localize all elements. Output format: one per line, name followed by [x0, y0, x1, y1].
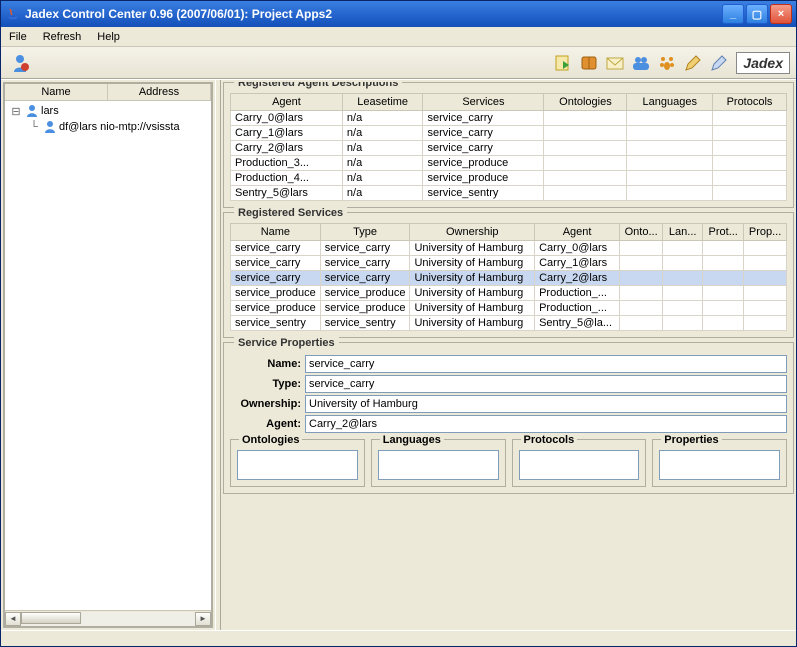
services-col-name[interactable]: Name	[231, 224, 321, 241]
tree-child-address: nio-mtp://vsissta	[100, 121, 179, 133]
prop-name-label: Name:	[230, 358, 305, 370]
table-row[interactable]: service_carryservice_carryUniversity of …	[231, 241, 787, 256]
statusbar	[1, 630, 796, 646]
mail-icon[interactable]	[603, 51, 627, 75]
table-row[interactable]: service_produceservice_produceUniversity…	[231, 286, 787, 301]
minimize-button[interactable]: _	[722, 4, 744, 24]
services-col-proto[interactable]: Prot...	[703, 224, 744, 241]
table-row[interactable]: service_sentryservice_sentryUniversity o…	[231, 316, 787, 331]
scroll-right-icon[interactable]: ►	[195, 612, 211, 626]
book-icon[interactable]	[577, 51, 601, 75]
users-icon[interactable]	[629, 51, 653, 75]
services-group-title: Registered Services	[234, 207, 347, 219]
scroll-left-icon[interactable]: ◄	[5, 612, 21, 626]
props-group: Service Properties Name: service_carry T…	[223, 342, 794, 494]
table-row[interactable]: service_carryservice_carryUniversity of …	[231, 256, 787, 271]
tree-child-name: df@lars	[59, 121, 97, 133]
tree-root[interactable]: ⊟ lars	[7, 103, 209, 119]
menubar: File Refresh Help	[1, 27, 796, 47]
agents-group-title: Registered Agent Descriptions	[234, 82, 402, 89]
table-row[interactable]: service_carryservice_carryUniversity of …	[231, 271, 787, 286]
protocols-list[interactable]	[519, 450, 640, 480]
table-row[interactable]: service_produceservice_produceUniversity…	[231, 301, 787, 316]
menu-help[interactable]: Help	[93, 29, 124, 45]
table-row[interactable]: Production_3...n/aservice_produce	[231, 156, 787, 171]
agents-col-services[interactable]: Services	[423, 94, 544, 111]
tree-panel: Name Address ⊟ lars └ df@lars nio-mtp://…	[3, 82, 213, 628]
tree-hscroll[interactable]: ◄ ►	[5, 610, 211, 626]
jadex-logo: Jadex	[736, 52, 790, 74]
sub-protocols: Protocols	[512, 439, 647, 487]
tree-child[interactable]: └ df@lars nio-mtp://vsissta	[7, 119, 209, 135]
toolbar: Jadex	[1, 47, 796, 79]
agents-col-leasetime[interactable]: Leasetime	[342, 94, 423, 111]
agents-table[interactable]: Agent Leasetime Services Ontologies Lang…	[230, 93, 787, 201]
table-row[interactable]: Production_4...n/aservice_produce	[231, 171, 787, 186]
ontologies-list[interactable]	[237, 450, 358, 480]
services-group: Registered Services Name Type Ownership …	[223, 212, 794, 338]
agents-col-languages[interactable]: Languages	[627, 94, 713, 111]
table-row[interactable]: Sentry_5@larsn/aservice_sentry	[231, 186, 787, 201]
properties-list[interactable]	[659, 450, 780, 480]
table-row[interactable]: Carry_0@larsn/aservice_carry	[231, 111, 787, 126]
props-group-title: Service Properties	[234, 337, 339, 349]
services-col-ownership[interactable]: Ownership	[410, 224, 535, 241]
sub-ontologies: Ontologies	[230, 439, 365, 487]
menu-file[interactable]: File	[5, 29, 31, 45]
agents-col-ontologies[interactable]: Ontologies	[544, 94, 627, 111]
agents-col-agent[interactable]: Agent	[231, 94, 343, 111]
agent-icon[interactable]	[8, 51, 32, 75]
table-row[interactable]: Carry_1@larsn/aservice_carry	[231, 126, 787, 141]
services-table[interactable]: Name Type Ownership Agent Onto... Lan...…	[230, 223, 787, 331]
pencil-icon[interactable]	[681, 51, 705, 75]
maximize-button[interactable]: ▢	[746, 4, 768, 24]
menu-refresh[interactable]: Refresh	[39, 29, 86, 45]
services-col-onto[interactable]: Onto...	[620, 224, 663, 241]
prop-ownership-label: Ownership:	[230, 398, 305, 410]
tree-col-name[interactable]: Name	[5, 84, 108, 100]
titlebar[interactable]: Jadex Control Center 0.96 (2007/06/01): …	[1, 1, 796, 27]
sub-properties: Properties	[652, 439, 787, 487]
prop-agent-field[interactable]: Carry_2@lars	[305, 415, 787, 433]
java-icon	[5, 6, 21, 22]
prop-name-field[interactable]: service_carry	[305, 355, 787, 373]
pencil2-icon[interactable]	[707, 51, 731, 75]
window-title: Jadex Control Center 0.96 (2007/06/01): …	[25, 7, 722, 21]
prop-ownership-field[interactable]: University of Hamburg	[305, 395, 787, 413]
prop-agent-label: Agent:	[230, 418, 305, 430]
services-col-type[interactable]: Type	[320, 224, 410, 241]
table-row[interactable]: Carry_2@larsn/aservice_carry	[231, 141, 787, 156]
services-col-agent[interactable]: Agent	[535, 224, 620, 241]
services-col-prop[interactable]: Prop...	[744, 224, 787, 241]
paw-icon[interactable]	[655, 51, 679, 75]
prop-type-field[interactable]: service_carry	[305, 375, 787, 393]
services-col-lang[interactable]: Lan...	[663, 224, 703, 241]
run-icon[interactable]	[551, 51, 575, 75]
splitter[interactable]	[215, 80, 221, 630]
tree-col-address[interactable]: Address	[108, 84, 211, 100]
close-button[interactable]: ×	[770, 4, 792, 24]
sub-languages: Languages	[371, 439, 506, 487]
prop-type-label: Type:	[230, 378, 305, 390]
main-window: Jadex Control Center 0.96 (2007/06/01): …	[0, 0, 797, 647]
scroll-thumb[interactable]	[21, 612, 81, 624]
tree-root-label: lars	[41, 105, 59, 117]
languages-list[interactable]	[378, 450, 499, 480]
agents-group: Registered Agent Descriptions Agent Leas…	[223, 82, 794, 208]
agents-col-protocols[interactable]: Protocols	[713, 94, 787, 111]
